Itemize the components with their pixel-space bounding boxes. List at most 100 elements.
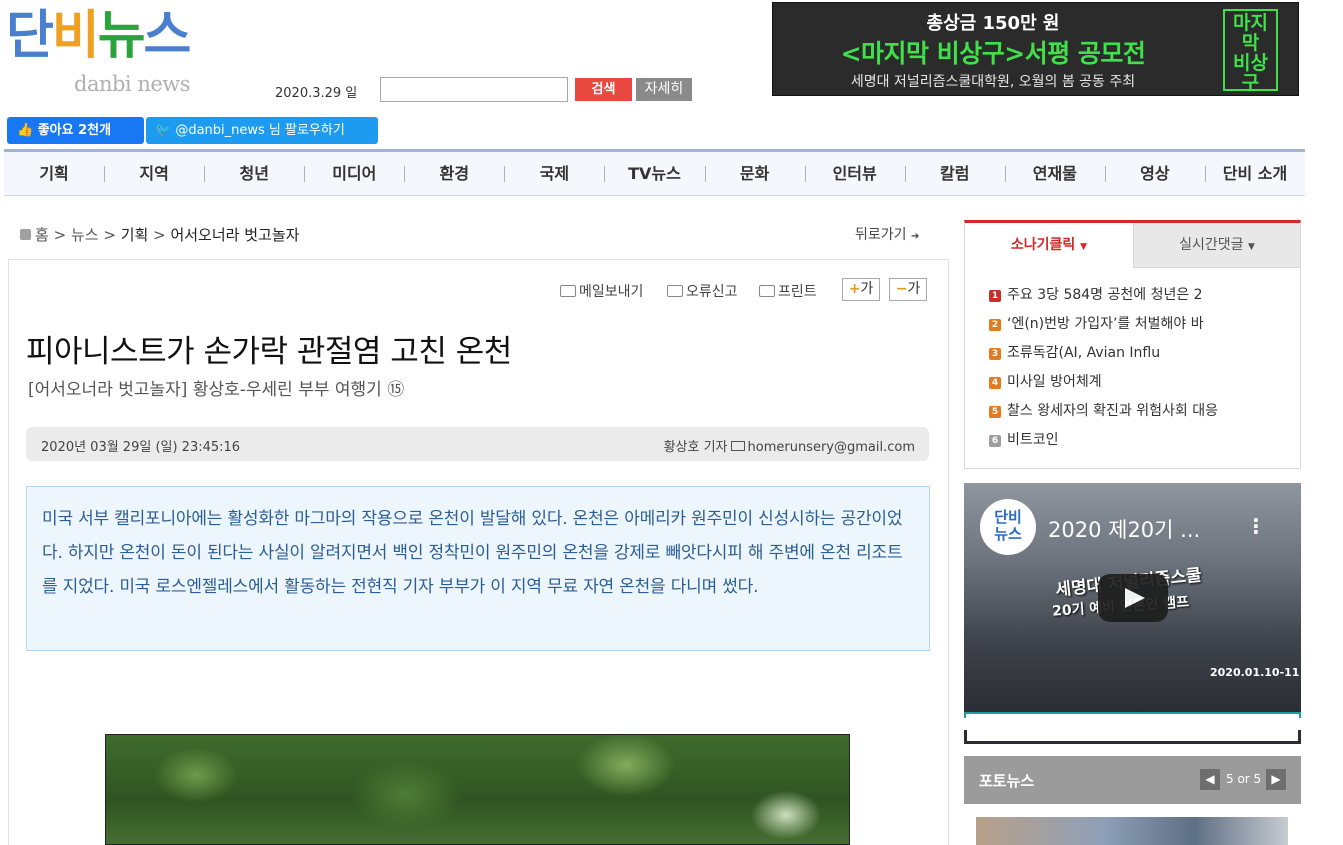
article-title: 피아니스트가 손가락 관절염 고친 온천 xyxy=(26,334,512,370)
article-photo xyxy=(105,734,850,845)
breadcrumb-section[interactable]: 기획 xyxy=(121,226,149,244)
current-date: 2020.3.29 일 xyxy=(275,86,358,101)
tab-popular-label: 소나기클릭 xyxy=(1010,237,1076,253)
envelope-icon xyxy=(730,441,745,451)
nav-item-youth[interactable]: 청년 xyxy=(204,152,304,195)
logo-subtitle: danbi news xyxy=(74,72,191,96)
site-logo[interactable]: 단비뉴스 xyxy=(6,10,191,62)
twitter-bird-icon: 🐦 xyxy=(155,123,172,138)
tab-comments[interactable]: 실시간댓글 ▼ xyxy=(1133,223,1300,268)
nav-item-culture[interactable]: 문화 xyxy=(704,152,805,195)
rank-number: 5 xyxy=(989,406,1001,418)
video-title[interactable]: 2020 제20기 ... xyxy=(1048,514,1200,544)
tab-popular[interactable]: 소나기클릭 ▼ xyxy=(965,223,1133,268)
banner-host: 세명대 저널리즘스쿨대학원, 오월의 봄 공동 주최 xyxy=(850,74,1136,90)
author-name: 황상호 기자 xyxy=(663,440,728,455)
caret-down-icon: ▼ xyxy=(1247,242,1255,252)
printer-icon xyxy=(759,285,775,297)
banner-prize: 총상금 150만 원 xyxy=(926,13,1060,34)
print-tool-label: 프린트 xyxy=(778,284,817,300)
list-item[interactable]: 1 주요 3당 584명 공천에 청년은 2 xyxy=(989,284,1289,313)
facebook-like-label: 좋아요 2천개 xyxy=(37,123,112,138)
nav-item-interview[interactable]: 인터뷰 xyxy=(804,152,905,195)
rank-number: 2 xyxy=(989,319,1001,331)
list-item[interactable]: 3 조류독감(AI, Avian Influ xyxy=(989,342,1289,371)
report-tool[interactable]: 오류신고 xyxy=(667,281,738,301)
rank-title: ‘엔(n)번방 가입자’를 처벌해야 바 xyxy=(1007,316,1204,332)
video-frame-divider xyxy=(964,712,1301,718)
list-item[interactable]: 2 ‘엔(n)번방 가입자’를 처벌해야 바 xyxy=(989,313,1289,342)
font-increase-label: 가 xyxy=(860,281,874,297)
breadcrumb-sep: > xyxy=(103,226,116,244)
font-increase-button[interactable]: +가 xyxy=(842,278,880,301)
rank-title: 미사일 방어체계 xyxy=(1007,374,1102,390)
rank-number: 4 xyxy=(989,377,1001,389)
nav-item-about[interactable]: 단비 소개 xyxy=(1204,152,1305,195)
rank-title: 비트코인 xyxy=(1007,432,1059,448)
search-button[interactable]: 검색 xyxy=(575,78,632,101)
rank-number: 3 xyxy=(989,348,1001,360)
nav-item-region[interactable]: 지역 xyxy=(104,152,204,195)
photo-news-header: 포토뉴스 ◀ 5 or 5 ▶ xyxy=(964,756,1301,804)
prev-icon[interactable]: ◀ xyxy=(1200,769,1220,790)
nav-item-international[interactable]: 국제 xyxy=(504,152,604,195)
nav-item-tv-news[interactable]: TV뉴스 xyxy=(604,152,704,195)
minus-icon: − xyxy=(895,281,908,297)
facebook-like-button[interactable]: 👍 좋아요 2천개 xyxy=(7,117,144,144)
mail-tool-label: 메일보내기 xyxy=(579,284,644,300)
tab-comments-label: 실시간댓글 xyxy=(1179,237,1244,253)
rank-number: 1 xyxy=(989,290,1001,302)
article-date: 2020년 03월 29일 (일) 23:45:16 xyxy=(41,440,241,455)
photo-news-title: 포토뉴스 xyxy=(979,772,1035,790)
nav-item-column[interactable]: 칼럼 xyxy=(904,152,1005,195)
back-link-label: 뒤로가기 xyxy=(855,227,907,243)
caret-down-icon: ▼ xyxy=(1080,242,1088,252)
nav-item-planning[interactable]: 기획 xyxy=(4,152,104,195)
nav-item-environment[interactable]: 환경 xyxy=(404,152,504,195)
breadcrumb-sep: > xyxy=(153,226,166,244)
channel-avatar[interactable]: 단비 뉴스 xyxy=(980,499,1036,555)
mail-tool[interactable]: 메일보내기 xyxy=(560,281,643,301)
nav-item-media[interactable]: 미디어 xyxy=(304,152,404,195)
author-email[interactable]: homerunsery@gmail.com xyxy=(748,440,916,455)
twitter-follow-button[interactable]: 🐦 @danbi_news 님 팔로우하기 xyxy=(146,117,378,144)
print-tool[interactable]: 프린트 xyxy=(759,281,817,301)
arrow-right-icon: ➔ xyxy=(910,231,920,242)
ranking-list: 1 주요 3당 584명 공천에 청년은 2 2 ‘엔(n)번방 가입자’를 처벌해… xyxy=(989,284,1289,458)
main-nav: 기획 지역 청년 미디어 환경 국제 TV뉴스 문화 인터뷰 칼럼 연재물 영상… xyxy=(4,149,1305,196)
rank-title: 주요 3당 584명 공천에 청년은 2 xyxy=(1007,287,1203,303)
nav-item-series[interactable]: 연재물 xyxy=(1004,152,1105,195)
back-link[interactable]: 뒤로가기 ➔ xyxy=(855,224,919,244)
alert-icon xyxy=(667,285,683,297)
photo-news-thumbnails[interactable] xyxy=(976,817,1288,845)
list-item[interactable]: 4 미사일 방어체계 xyxy=(989,371,1289,400)
plus-icon: + xyxy=(848,281,861,297)
list-item[interactable]: 6 비트코인 xyxy=(989,429,1289,458)
next-icon[interactable]: ▶ xyxy=(1266,769,1286,790)
breadcrumb-news[interactable]: 뉴스 xyxy=(71,226,99,244)
video-date: 2020.01.10-11 xyxy=(1210,666,1300,679)
breadcrumb-series[interactable]: 어서오너라 벗고놀자 xyxy=(170,226,299,244)
breadcrumb-sep: > xyxy=(53,226,67,244)
nav-item-video[interactable]: 영상 xyxy=(1104,152,1205,195)
article-lead: 미국 서부 캘리포니아에는 활성화한 마그마의 작용으로 온천이 발달해 있다.… xyxy=(26,486,930,651)
font-decrease-label: 가 xyxy=(907,281,921,297)
detail-search-button[interactable]: 자세히 xyxy=(636,78,692,101)
thumbs-up-icon: 👍 xyxy=(17,123,34,138)
breadcrumb: 홈 > 뉴스 > 기획 > 어서오너라 벗고놀자 xyxy=(20,224,299,245)
video-frame-bottom xyxy=(964,730,1301,744)
rank-title: 찰스 왕세자의 확진과 위험사회 대응 xyxy=(1007,403,1218,419)
home-icon xyxy=(20,229,31,240)
font-decrease-button[interactable]: −가 xyxy=(889,278,927,301)
search-input[interactable] xyxy=(380,77,568,102)
article-subtitle: [어서오너라 벗고놀자] 황상호-우세린 부부 여행기 ⑮ xyxy=(28,380,405,400)
play-button[interactable] xyxy=(1098,574,1168,622)
breadcrumb-home[interactable]: 홈 xyxy=(35,226,49,244)
more-vert-icon[interactable]: ⋮ xyxy=(1246,514,1266,538)
list-item[interactable]: 5 찰스 왕세자의 확진과 위험사회 대응 xyxy=(989,400,1289,429)
contest-banner[interactable]: 총상금 150만 원 <마지막 비상구>서평 공모전 세명대 저널리즘스쿨대학원… xyxy=(772,2,1299,96)
report-tool-label: 오류신고 xyxy=(686,284,738,300)
banner-headline: <마지막 비상구>서평 공모전 xyxy=(840,39,1146,68)
photo-pager: 5 or 5 xyxy=(1226,772,1262,786)
article-meta: 2020년 03월 29일 (일) 23:45:16 황상호 기자 homerun… xyxy=(26,427,929,461)
